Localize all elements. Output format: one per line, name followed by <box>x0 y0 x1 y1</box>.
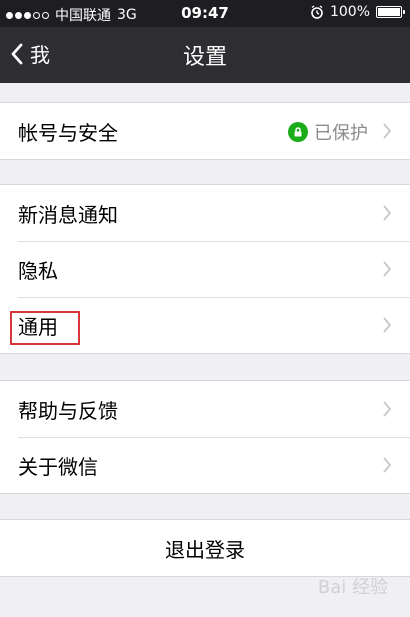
navigation-bar: 我 设置 <box>0 27 410 83</box>
settings-item-label: 新消息通知 <box>18 202 118 227</box>
settings-item-label: 关于微信 <box>18 454 98 479</box>
settings-item-label: 帮助与反馈 <box>18 398 118 423</box>
battery-icon <box>376 6 405 18</box>
highlight-box <box>10 311 80 345</box>
lock-icon <box>288 122 308 142</box>
status-bar: 中国联通 3G 09:47 100% <box>0 0 410 27</box>
logout-button[interactable]: 退出登录 <box>0 520 410 576</box>
watermark: Bai 经验 <box>317 577 388 598</box>
settings-item-privacy[interactable]: 隐私 <box>0 241 410 297</box>
settings-item-new-message-notification[interactable]: 新消息通知 <box>0 185 410 241</box>
settings-item-account-security[interactable]: 帐号与安全 已保护 <box>0 103 410 159</box>
logout-group: 退出登录 <box>0 519 410 577</box>
help-group: 帮助与反馈 关于微信 <box>0 380 410 494</box>
status-right: 100% <box>310 4 405 20</box>
protection-status-text: 已保护 <box>314 123 368 144</box>
alarm-icon <box>311 5 323 19</box>
protection-status: 已保护 <box>288 119 368 145</box>
settings-item-help-feedback[interactable]: 帮助与反馈 <box>0 381 410 437</box>
chevron-right-icon <box>383 123 392 139</box>
account-group: 帐号与安全 已保护 <box>0 102 410 160</box>
chevron-right-icon <box>383 401 392 417</box>
chevron-right-icon <box>383 261 392 277</box>
page-title: 设置 <box>182 45 227 70</box>
settings-item-label: 帐号与安全 <box>18 120 118 145</box>
logout-label: 退出登录 <box>165 537 245 562</box>
chevron-right-icon <box>383 317 392 333</box>
settings-item-about-wechat[interactable]: 关于微信 <box>0 437 410 493</box>
chevron-right-icon <box>383 205 392 221</box>
battery-percent: 100% <box>329 4 370 20</box>
settings-item-label: 隐私 <box>18 258 58 283</box>
chevron-right-icon <box>383 457 392 473</box>
